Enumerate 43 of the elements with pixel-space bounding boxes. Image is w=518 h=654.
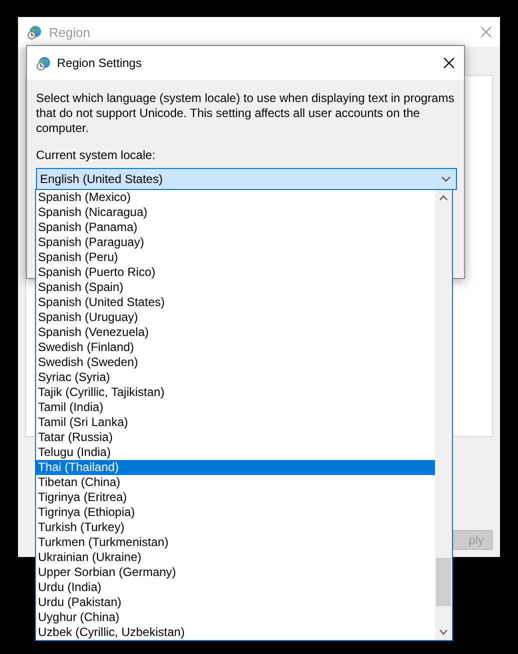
locale-option[interactable]: Telugu (India) [36, 445, 435, 460]
locale-option[interactable]: Upper Sorbian (Germany) [36, 565, 435, 580]
locale-option[interactable]: Spanish (Puerto Rico) [36, 265, 435, 280]
locale-option[interactable]: Swedish (Sweden) [36, 355, 435, 370]
locale-option[interactable]: Spanish (Spain) [36, 280, 435, 295]
description-text: Select which language (system locale) to use when displaying text in programs that do not support Unicode. This setting affects all user accounts on the computer. [36, 91, 456, 136]
globe-icon [36, 56, 51, 70]
locale-option[interactable]: Tatar (Russia) [36, 430, 435, 445]
locale-option[interactable]: Tajik (Cyrillic, Tajikistan) [36, 385, 435, 400]
locale-option[interactable]: Thai (Thailand) [36, 460, 435, 475]
locale-option[interactable]: Spanish (Nicaragua) [36, 205, 435, 220]
locale-option[interactable]: Spanish (Peru) [36, 250, 435, 265]
close-icon[interactable] [443, 57, 455, 69]
scroll-down-icon[interactable] [439, 629, 448, 635]
locale-option[interactable]: Uyghur (China) [36, 610, 435, 625]
scroll-up-icon[interactable] [439, 195, 448, 201]
locale-option[interactable]: Swedish (Finland) [36, 340, 435, 355]
locale-option[interactable]: Urdu (India) [36, 580, 435, 595]
locale-option[interactable]: Turkmen (Turkmenistan) [36, 535, 435, 550]
locale-option[interactable]: Tibetan (China) [36, 475, 435, 490]
dialog-title: Region Settings [57, 56, 143, 70]
globe-icon [27, 24, 42, 40]
locale-option[interactable]: Syriac (Syria) [36, 370, 435, 385]
locale-option[interactable]: Spanish (Venezuela) [36, 325, 435, 340]
locale-option[interactable]: Spanish (Mexico) [36, 190, 435, 205]
window-title: Region [49, 24, 92, 40]
locale-option[interactable]: Tamil (Sri Lanka) [36, 415, 435, 430]
locale-option[interactable]: Uzbek (Cyrillic, Uzbekistan) [36, 625, 435, 640]
locale-option[interactable]: Spanish (Uruguay) [36, 310, 435, 325]
locale-label: Current system locale: [36, 148, 156, 163]
chevron-down-icon [441, 176, 451, 182]
scrollbar[interactable] [435, 190, 452, 640]
scrollbar-thumb[interactable] [436, 558, 451, 606]
locale-option[interactable]: Tigrinya (Eritrea) [36, 490, 435, 505]
locale-option[interactable]: Spanish (United States) [36, 295, 435, 310]
locale-option[interactable]: Tigrinya (Ethiopia) [36, 505, 435, 520]
locale-option[interactable]: Spanish (Panama) [36, 220, 435, 235]
locale-option[interactable]: Turkish (Turkey) [36, 520, 435, 535]
locale-option[interactable]: Urdu (Pakistan) [36, 595, 435, 610]
locale-option[interactable]: Tamil (India) [36, 400, 435, 415]
locale-dropdown[interactable]: English (United States) [36, 168, 457, 190]
locale-option[interactable]: Spanish (Paraguay) [36, 235, 435, 250]
locale-option[interactable]: Ukrainian (Ukraine) [36, 550, 435, 565]
